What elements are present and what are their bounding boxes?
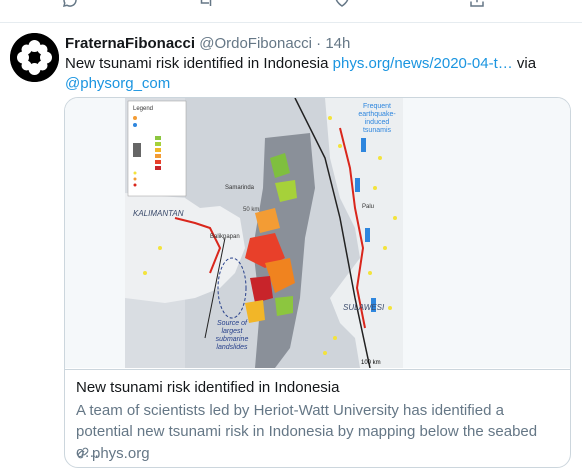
map-label-sulawesi: SULAWESI xyxy=(343,303,385,312)
link-preview-card[interactable]: Legend KALIMANTAN Samarinda Balikpapan 5… xyxy=(64,97,571,468)
tweet-mention-link[interactable]: @physorg_com xyxy=(65,75,170,92)
avatar-logo-icon xyxy=(10,33,59,82)
author-handle[interactable]: @OrdoFibonacci xyxy=(199,35,312,52)
map-label-frequent-1: Frequent xyxy=(363,103,391,110)
tweet-header: FraternaFibonacci @OrdoFibonacci · 14h xyxy=(65,34,350,54)
tweet-text: New tsunami risk identified in Indonesia… xyxy=(65,54,570,94)
avatar[interactable] xyxy=(10,33,59,82)
card-text-area[interactable]: New tsunami risk identified in Indonesia… xyxy=(65,369,570,462)
map-label-palu: Palu xyxy=(362,204,374,210)
card-title: New tsunami risk identified in Indonesia xyxy=(76,379,340,396)
map-scale-label: 100 km xyxy=(361,360,381,366)
map-label-depth: 50 km xyxy=(243,207,259,213)
map-label-frequent-3: induced xyxy=(365,119,390,126)
map-label-kalimantan: KALIMANTAN xyxy=(133,209,184,218)
map-label-samarinda: Samarinda xyxy=(225,185,255,191)
legend-title: Legend xyxy=(133,106,153,112)
previous-tweet-actions xyxy=(0,0,582,11)
map-label-source-1: Source of xyxy=(217,320,248,327)
map-label-source-3: submarine xyxy=(216,336,249,343)
map-label-source-2: largest xyxy=(221,328,243,335)
card-map-image[interactable]: Legend KALIMANTAN Samarinda Balikpapan 5… xyxy=(65,98,570,368)
reply-icon[interactable] xyxy=(61,0,79,9)
tweet-url-link[interactable]: phys.org/news/2020-04-t… xyxy=(333,55,513,72)
retweet-icon[interactable] xyxy=(197,0,215,9)
map-label-frequent-4: tsunamis xyxy=(363,127,392,134)
tsunami-map-graphic: Legend KALIMANTAN Samarinda Balikpapan 5… xyxy=(125,98,403,368)
card-domain: phys.org xyxy=(76,444,150,464)
header-separator: · xyxy=(316,35,322,52)
share-icon[interactable] xyxy=(468,0,486,9)
map-label-frequent-2: earthquake- xyxy=(358,111,396,118)
tweet-timestamp[interactable]: 14h xyxy=(325,35,350,52)
card-domain-text: phys.org xyxy=(92,445,150,462)
tweet-divider xyxy=(0,22,582,23)
like-icon[interactable] xyxy=(333,0,351,9)
map-label-balikpapan: Balikpapan xyxy=(210,234,240,240)
tweet-via: via xyxy=(516,55,537,72)
author-display-name[interactable]: FraternaFibonacci xyxy=(65,35,195,52)
link-icon xyxy=(77,447,89,459)
map-label-source-4: landslides xyxy=(216,344,248,351)
tweet-body: New tsunami risk identified in Indonesia xyxy=(65,55,329,72)
